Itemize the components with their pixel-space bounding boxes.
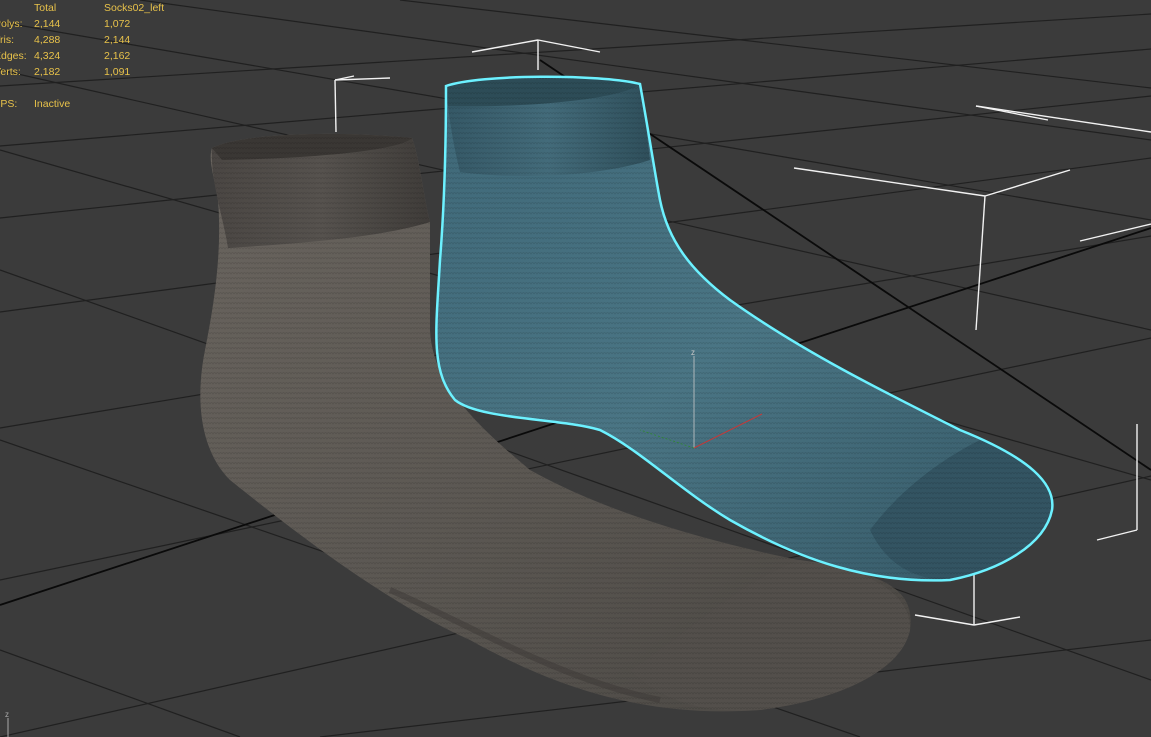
svg-text:z: z — [5, 710, 9, 719]
stats-header-selection: Socks02_left — [104, 2, 165, 14]
stats-header-total: Total — [34, 2, 57, 14]
gizmo-z-label: z — [691, 348, 695, 357]
viewport-scene[interactable]: z z — [0, 0, 1151, 737]
axis-tripod: z — [5, 710, 9, 737]
viewport-perspective[interactable]: z z Total Socks02_left Polys: 2,144 1,07… — [0, 0, 1151, 737]
